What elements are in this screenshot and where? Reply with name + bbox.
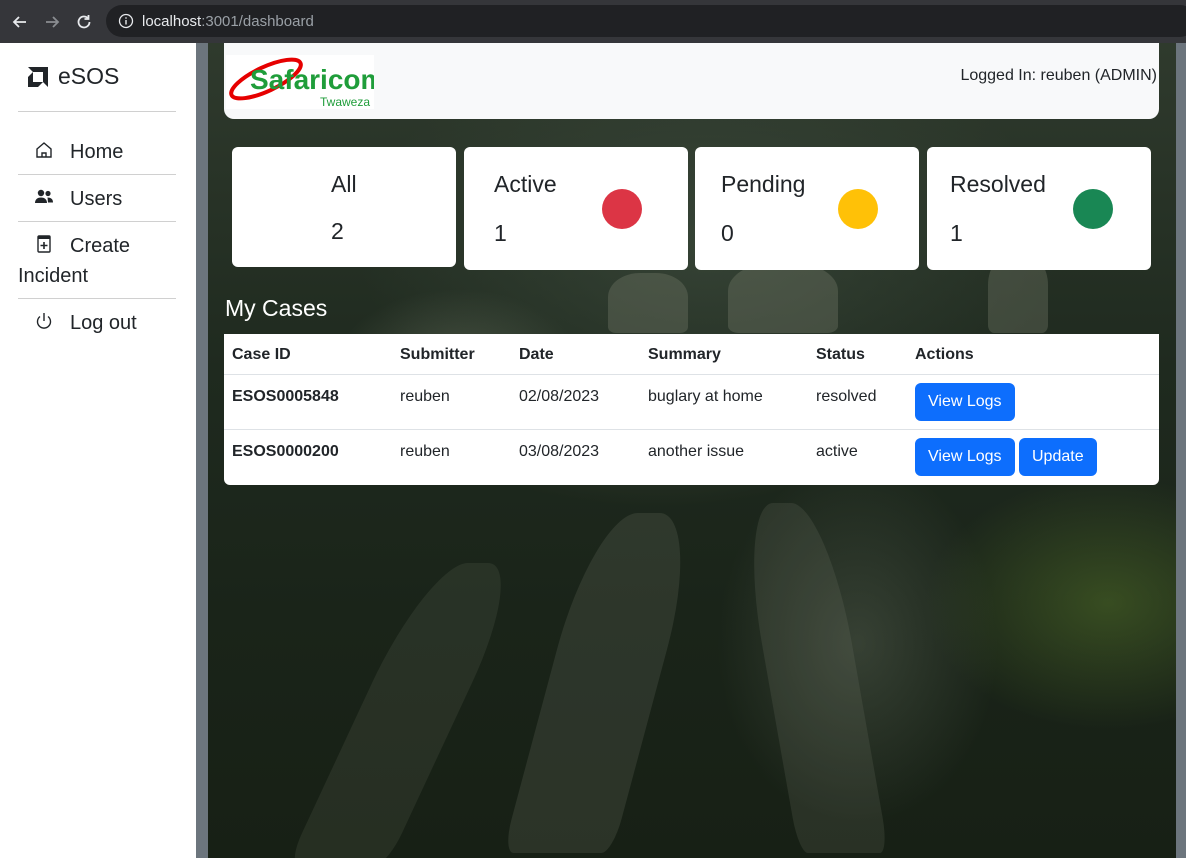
stat-title: Pending xyxy=(721,171,806,197)
stat-title: Active xyxy=(494,171,557,197)
house-icon xyxy=(36,142,52,158)
column-header: Status xyxy=(816,346,865,363)
stat-count: 1 xyxy=(494,220,507,246)
sidebar-item-users[interactable]: Users xyxy=(18,184,176,214)
status: active xyxy=(816,443,858,460)
stat-title: All xyxy=(331,171,357,197)
sidebar-item-label: Home xyxy=(70,141,124,163)
column-header: Actions xyxy=(915,346,974,363)
address-bar[interactable]: localhost:3001/dashboard xyxy=(106,5,1186,37)
case-id: ESOS0005848 xyxy=(232,388,339,405)
column-header: Case ID xyxy=(232,346,291,363)
power-icon xyxy=(36,313,52,329)
url-path: :3001/dashboard xyxy=(201,12,314,30)
sidebar-item-home[interactable]: Home xyxy=(18,137,176,167)
date: 02/08/2023 xyxy=(519,388,600,405)
url-host: localhost xyxy=(142,12,202,30)
column-header: Submitter xyxy=(400,346,475,363)
background-image xyxy=(608,273,688,333)
arrow-left-icon xyxy=(12,15,26,28)
sidebar-item-label: Users xyxy=(70,188,123,210)
summary: buglary at home xyxy=(648,388,763,405)
stat-card-resolved: Resolved 1 xyxy=(927,147,1151,270)
submitter: reuben xyxy=(400,388,450,405)
stat-card-all: All 2 xyxy=(232,147,456,267)
divider xyxy=(18,298,176,299)
sidebar-item-label: Log out xyxy=(70,312,137,334)
main-content: Safaricom Twaweza Logged In: reuben (ADM… xyxy=(208,43,1176,858)
view-logs-button[interactable]: View Logs xyxy=(915,383,1015,421)
arrow-right-icon xyxy=(46,15,60,28)
back-button[interactable] xyxy=(4,6,36,38)
logo-tagline: Twaweza xyxy=(320,95,370,109)
status-dot-red xyxy=(602,189,642,229)
stat-count: 0 xyxy=(721,220,734,246)
divider xyxy=(18,174,176,175)
sidebar: eSOS Home Users Create Incident Log out xyxy=(0,43,196,858)
brand-name: eSOS xyxy=(58,63,120,89)
amd-logo-icon xyxy=(28,66,48,87)
stat-title: Resolved xyxy=(950,171,1046,197)
status-dot-yellow xyxy=(838,189,878,229)
stat-card-pending: Pending 0 xyxy=(695,147,919,270)
people-icon xyxy=(35,189,53,203)
safaricom-logo-image: Safaricom Twaweza xyxy=(229,57,385,109)
background-image xyxy=(737,503,889,853)
table-row: ESOS0005848 reuben 02/08/2023 buglary at… xyxy=(224,375,1159,430)
background-image xyxy=(728,263,838,333)
summary: another issue xyxy=(648,443,745,460)
date: 03/08/2023 xyxy=(519,443,600,460)
sidebar-item-logout[interactable]: Log out xyxy=(18,308,176,338)
submitter: reuben xyxy=(400,443,450,460)
status: resolved xyxy=(816,388,877,405)
column-header: Summary xyxy=(648,346,721,363)
browser-toolbar: localhost:3001/dashboard xyxy=(0,0,1186,43)
stat-count: 1 xyxy=(950,220,963,246)
update-button[interactable]: Update xyxy=(1019,438,1097,476)
status-dot-green xyxy=(1073,189,1113,229)
case-id: ESOS0000200 xyxy=(232,443,339,460)
stat-count: 2 xyxy=(331,218,344,244)
reload-icon xyxy=(77,14,91,28)
cases-table: Case ID Submitter Date Summary Status Ac… xyxy=(224,334,1159,485)
logged-in-status: Logged In: reuben (ADMIN) xyxy=(960,67,1157,84)
stat-card-active: Active 1 xyxy=(464,147,688,270)
logo-wordmark: Safaricom xyxy=(250,64,374,95)
column-header: Date xyxy=(519,346,554,363)
header-bar: Safaricom Twaweza Logged In: reuben (ADM… xyxy=(224,43,1159,119)
reload-button[interactable] xyxy=(68,6,100,38)
forward-button[interactable] xyxy=(36,6,68,38)
safaricom-logo[interactable]: Safaricom Twaweza xyxy=(226,55,385,109)
view-logs-button[interactable]: View Logs xyxy=(915,438,1015,476)
sidebar-gutter xyxy=(196,43,208,858)
background-image xyxy=(502,513,704,853)
table-header: Case ID Submitter Date Summary Status Ac… xyxy=(224,334,1159,375)
table-row: ESOS0000200 reuben 03/08/2023 another is… xyxy=(224,430,1159,485)
brand[interactable]: eSOS xyxy=(26,63,119,90)
background-image xyxy=(288,563,528,858)
sidebar-item-create-incident[interactable]: Create Incident xyxy=(18,231,176,291)
sidebar-item-label-line2: Incident xyxy=(18,265,89,287)
divider xyxy=(18,111,176,112)
file-plus-icon xyxy=(37,235,51,253)
site-info-icon[interactable] xyxy=(118,13,134,29)
divider xyxy=(18,221,176,222)
sidebar-item-label: Create xyxy=(70,235,131,257)
right-gutter xyxy=(1176,43,1186,858)
section-title: My Cases xyxy=(225,295,328,321)
